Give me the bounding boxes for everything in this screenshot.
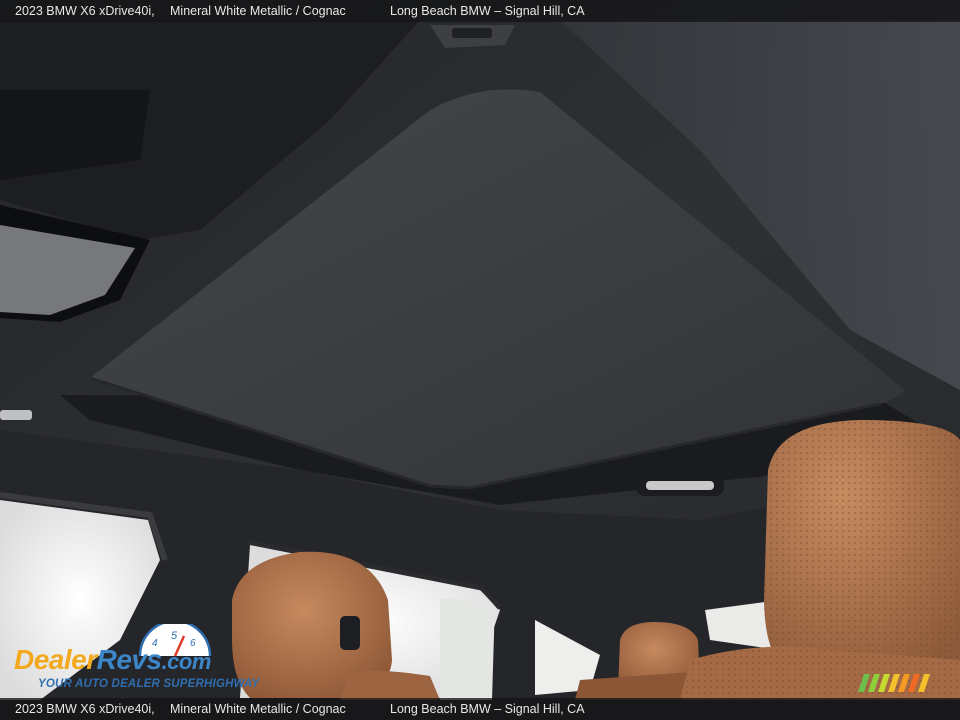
color-stripes-icon: [858, 674, 930, 692]
logo-tagline: YOUR AUTO DEALER SUPERHIGHWAY: [38, 678, 260, 690]
caption-model: 2023 BMW X6 xDrive40i,: [15, 4, 155, 18]
photo-frame: 2023 BMW X6 xDrive40i, Mineral White Met…: [0, 0, 960, 720]
caption-bar-bottom: 2023 BMW X6 xDrive40i, Mineral White Met…: [0, 698, 960, 720]
caption-dealer: Long Beach BMW – Signal Hill, CA: [390, 4, 585, 18]
logo-word-dealer: Dealer: [14, 644, 97, 675]
caption-color: Mineral White Metallic / Cognac: [170, 4, 346, 18]
logo-word-com: .com: [161, 649, 212, 674]
caption-bar-top: 2023 BMW X6 xDrive40i, Mineral White Met…: [0, 0, 960, 22]
logo-word-revs: Revs: [96, 644, 162, 675]
car-interior-photo: [0, 0, 960, 720]
caption-color-bottom: Mineral White Metallic / Cognac: [170, 702, 346, 716]
gauge-number-5: 5: [171, 630, 178, 642]
dealerrevs-watermark: 4 5 6 DealerRevs.com YOUR AUTO DEALER SU…: [10, 624, 270, 696]
caption-model-bottom: 2023 BMW X6 xDrive40i,: [15, 702, 155, 716]
caption-dealer-bottom: Long Beach BMW – Signal Hill, CA: [390, 702, 585, 716]
logo-wordmark: DealerRevs.com: [14, 644, 211, 676]
